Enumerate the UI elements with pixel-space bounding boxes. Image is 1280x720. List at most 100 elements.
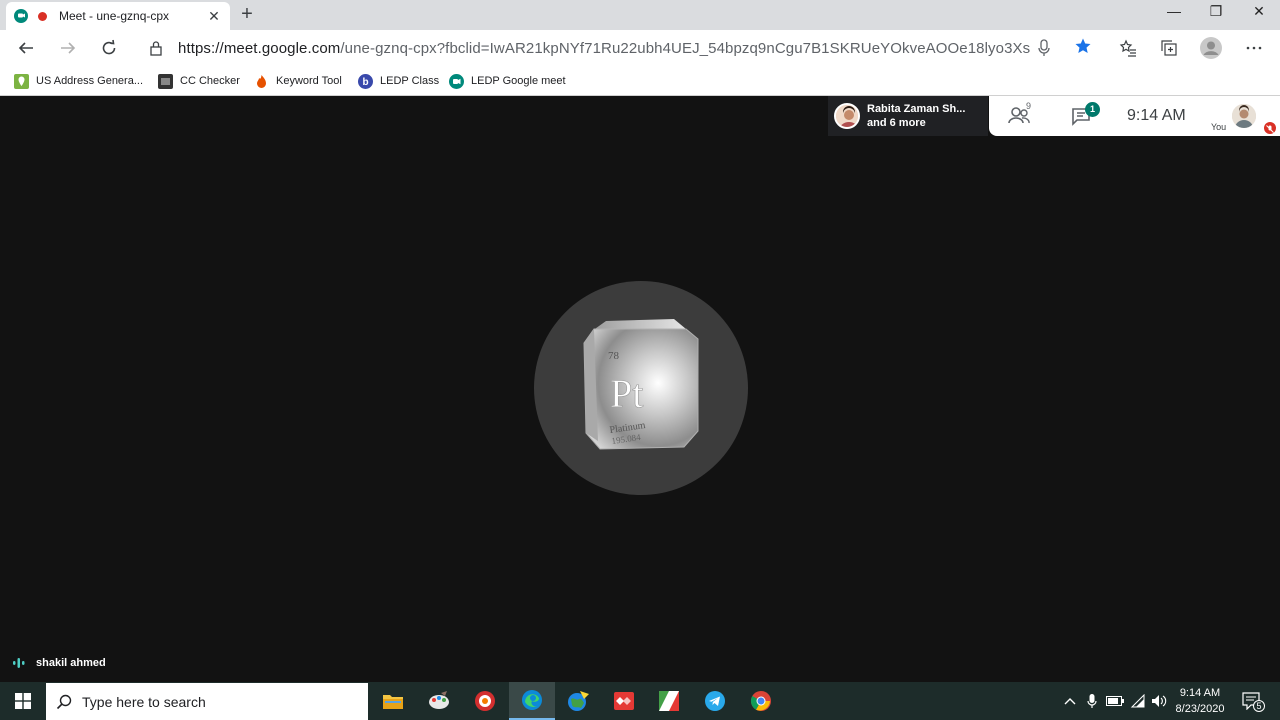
presenter-avatar-circle: 78 Pt Platinum 195.084: [534, 281, 748, 495]
collections-button[interactable]: [1155, 34, 1183, 62]
taskbar-app-globe[interactable]: [555, 682, 601, 720]
chevron-up-icon: [1064, 698, 1076, 705]
bookmark-label: LEDP Google meet: [471, 75, 566, 87]
microphone-icon[interactable]: [1038, 39, 1050, 57]
tray-mic-icon: [1087, 694, 1097, 708]
tab-title: Meet - une-gznq-cpx: [59, 9, 170, 23]
participants-line-1: Rabita Zaman Sh...: [867, 103, 966, 115]
map-pin-icon: [14, 73, 29, 89]
settings-more-button[interactable]: [1240, 34, 1268, 62]
bookmark-label: US Address Genera...: [36, 75, 143, 87]
self-person-icon: [1232, 104, 1256, 128]
chat-unread-badge: 1: [1085, 102, 1100, 117]
clock-time: 9:14 AM: [1179, 687, 1221, 699]
card-icon: [158, 73, 173, 89]
browser-titlebar: Meet - une-gznq-cpx ✕ + — ❐ ✕: [0, 0, 1280, 30]
taskbar-app-paint[interactable]: [416, 682, 462, 720]
taskbar-clock[interactable]: 9:14 AM 8/23/2020: [1168, 685, 1232, 717]
globe-icon: [568, 691, 589, 711]
bookmark-keyword-tool[interactable]: Keyword Tool: [254, 72, 342, 90]
audio-level-icon: [13, 658, 25, 668]
flame-icon: [257, 74, 266, 88]
wifi-icon: [1130, 694, 1145, 708]
windows-logo-icon: [15, 693, 31, 709]
people-count: 9: [1026, 101, 1032, 111]
speaker-volume-icon: [1152, 695, 1167, 707]
meet-favicon-icon: [14, 9, 28, 23]
notification-count: 5: [1253, 700, 1265, 712]
tray-show-hidden-icons[interactable]: [1062, 682, 1078, 720]
windows-taskbar: Type here to search 9:14 AM 8/23/2020 5: [0, 682, 1280, 720]
media-disc-icon: [475, 691, 495, 711]
participant-avatar: [834, 103, 860, 129]
minimize-button[interactable]: —: [1153, 0, 1195, 24]
meet-info-bar: 9 1 9:14 AM You: [989, 96, 1280, 136]
action-center-button[interactable]: 5: [1238, 682, 1266, 720]
self-view-avatar[interactable]: [1232, 104, 1256, 128]
clock-date: 8/23/2020: [1175, 703, 1225, 715]
tray-network[interactable]: [1129, 682, 1147, 720]
edge-browser-icon: [522, 690, 542, 710]
telegram-icon: [705, 691, 725, 711]
person-avatar-icon: [836, 105, 858, 127]
tray-battery[interactable]: [1105, 682, 1125, 720]
back-arrow-icon: [18, 42, 33, 54]
participants-chip[interactable]: Rabita Zaman Sh... and 6 more: [828, 96, 988, 136]
window-close-button[interactable]: ✕: [1238, 0, 1280, 24]
favorites-button[interactable]: [1114, 34, 1142, 62]
url-text: https://meet.google.com/une-gznq-cpx?fbc…: [178, 40, 1030, 57]
office-app-icon: [659, 691, 679, 711]
bookmark-cc-checker[interactable]: CC Checker: [158, 72, 240, 90]
more-dots-icon: [1246, 46, 1262, 50]
platinum-element-tile: 78 Pt Platinum 195.084: [583, 319, 699, 450]
recording-indicator-icon: [38, 11, 47, 21]
taskbar-file-explorer[interactable]: [370, 682, 416, 720]
profile-avatar-icon: [1200, 37, 1222, 59]
tab-meet[interactable]: Meet - une-gznq-cpx ✕: [6, 2, 230, 30]
search-placeholder: Type here to search: [82, 693, 206, 710]
url-host: https://meet.google.com: [178, 39, 341, 57]
remote-desktop-icon: [614, 692, 634, 710]
address-bar[interactable]: https://meet.google.com/une-gznq-cpx?fbc…: [138, 33, 1100, 63]
collections-icon: [1161, 40, 1177, 56]
taskbar-edge[interactable]: [509, 682, 555, 720]
reload-button[interactable]: [95, 34, 123, 62]
taskbar-chrome[interactable]: [738, 682, 784, 720]
back-button[interactable]: [12, 34, 40, 62]
taskbar-app-office[interactable]: [646, 682, 692, 720]
start-button[interactable]: [0, 682, 46, 720]
battery-icon: [1106, 696, 1124, 706]
reload-icon: [102, 39, 116, 55]
browser-toolbar: https://meet.google.com/une-gznq-cpx?fbc…: [0, 30, 1280, 66]
paint-palette-icon: [429, 691, 449, 709]
favorite-star-icon[interactable]: [1074, 37, 1092, 55]
restore-button[interactable]: ❐: [1195, 0, 1237, 24]
svg-text:b: b: [362, 77, 368, 88]
bookmark-label: Keyword Tool: [276, 75, 342, 87]
taskbar-search-box[interactable]: Type here to search: [46, 683, 368, 720]
bookmark-ledp-meet[interactable]: LEDP Google meet: [449, 72, 566, 90]
tray-volume[interactable]: [1150, 682, 1168, 720]
bookmark-label: CC Checker: [180, 75, 240, 87]
lock-icon: [150, 41, 162, 56]
people-button[interactable]: 9: [1007, 101, 1035, 133]
speaker-label: shakil ahmed: [12, 657, 106, 669]
url-path: /une-gznq-cpx?fbclid=IwAR21kpNYf71Ru22ub…: [340, 39, 1031, 57]
new-tab-button[interactable]: +: [236, 4, 258, 26]
participants-line-2: and 6 more: [867, 117, 926, 129]
bookmark-ledp-class[interactable]: b LEDP Class: [358, 72, 439, 90]
meeting-clock: 9:14 AM: [1127, 107, 1186, 124]
tray-microphone[interactable]: [1084, 682, 1100, 720]
profile-button[interactable]: [1197, 34, 1225, 62]
tile-atomic-number: 78: [608, 350, 620, 362]
favorites-list-icon: [1119, 39, 1136, 57]
taskbar-app-media[interactable]: [462, 682, 508, 720]
taskbar-telegram[interactable]: [692, 682, 738, 720]
meet-icon: [449, 73, 464, 89]
tile-symbol: Pt: [610, 371, 643, 416]
taskbar-app-anydesk[interactable]: [601, 682, 647, 720]
forward-button[interactable]: [54, 34, 82, 62]
tab-close-icon[interactable]: ✕: [206, 8, 222, 25]
chrome-icon: [750, 691, 771, 711]
bookmark-us-address[interactable]: US Address Genera...: [14, 72, 143, 90]
